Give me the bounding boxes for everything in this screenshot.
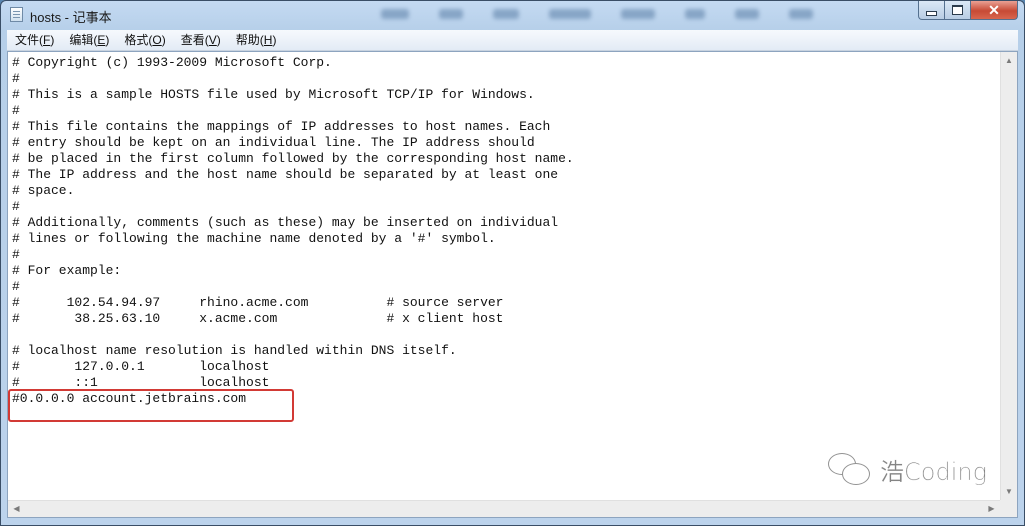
menu-edit-accel: E: [97, 33, 106, 47]
minimize-icon: [926, 10, 937, 16]
close-icon: ✕: [988, 1, 1000, 18]
menu-view-label: 查看: [180, 33, 205, 47]
menu-help-label: 帮助: [235, 33, 260, 47]
maximize-icon: [952, 5, 963, 15]
menu-file-label: 文件: [15, 33, 40, 47]
menu-edit-label: 编辑: [69, 33, 94, 47]
menu-help-accel: H: [263, 33, 273, 47]
close-button[interactable]: ✕: [971, 1, 1018, 20]
watermark-text: 浩Coding: [880, 458, 987, 486]
watermark: 浩Coding: [828, 452, 987, 487]
wechat-icon: [828, 452, 872, 487]
blurred-background-taskbar: [381, 9, 813, 19]
menu-file-accel: F: [43, 33, 51, 47]
scroll-up-icon[interactable]: ▲: [1001, 52, 1017, 69]
highlight-annotation-box: [8, 389, 294, 422]
menu-format[interactable]: 格式(O): [116, 30, 172, 50]
editor: # Copyright (c) 1993-2009 Microsoft Corp…: [7, 51, 1018, 518]
text-area[interactable]: # Copyright (c) 1993-2009 Microsoft Corp…: [8, 52, 1000, 500]
scroll-right-icon[interactable]: ▶: [983, 501, 1000, 517]
window-controls: ✕: [918, 1, 1018, 20]
maximize-button[interactable]: [945, 1, 971, 20]
scroll-down-icon[interactable]: ▼: [1001, 483, 1017, 500]
menu-view[interactable]: 查看(V): [173, 30, 228, 50]
menu-bar: 文件(F) 编辑(E) 格式(O) 查看(V) 帮助(H): [7, 30, 1018, 51]
vertical-scrollbar[interactable]: ▲ ▼: [1000, 52, 1017, 500]
scroll-left-icon[interactable]: ◀: [8, 501, 25, 517]
menu-format-label: 格式: [124, 33, 149, 47]
menu-file[interactable]: 文件(F): [7, 30, 61, 50]
window-title: hosts - 记事本: [30, 10, 112, 25]
notepad-window: hosts - 记事本 ✕ 文件(F) 编辑(E) 格式(O) 查看(V) 帮助…: [0, 0, 1025, 526]
scrollbar-corner: [1000, 500, 1017, 517]
menu-view-accel: V: [208, 33, 217, 47]
horizontal-scrollbar[interactable]: ◀ ▶: [8, 500, 1000, 517]
minimize-button[interactable]: [918, 1, 945, 20]
file-content[interactable]: # Copyright (c) 1993-2009 Microsoft Corp…: [8, 52, 1000, 407]
notepad-icon: [10, 7, 23, 22]
menu-edit[interactable]: 编辑(E): [61, 30, 116, 50]
title-bar[interactable]: hosts - 记事本 ✕: [1, 1, 1024, 29]
menu-help[interactable]: 帮助(H): [228, 30, 284, 50]
menu-format-accel: O: [152, 33, 162, 47]
